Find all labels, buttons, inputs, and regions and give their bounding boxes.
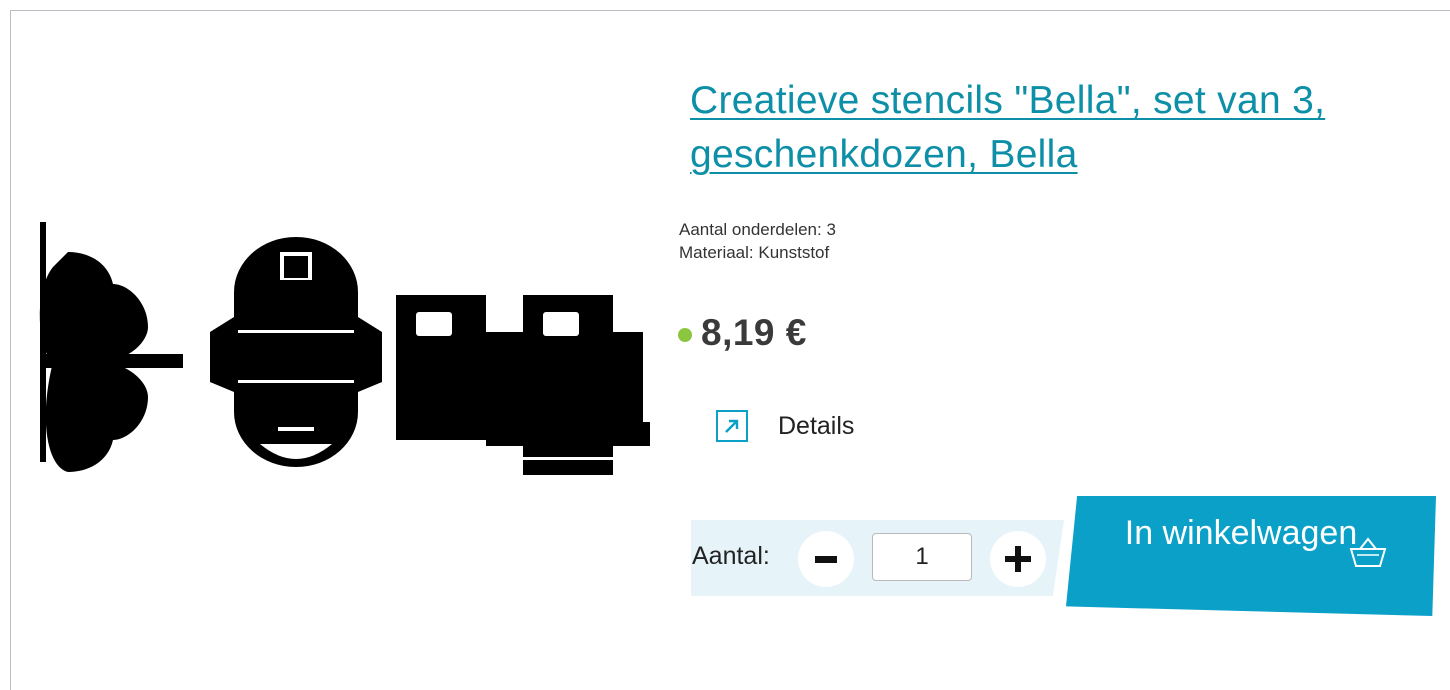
quantity-input[interactable] [872, 533, 972, 581]
price: 8,19 € [701, 312, 807, 353]
external-arrow-icon [716, 410, 748, 442]
quantity-decrease-button[interactable] [798, 531, 854, 587]
spec-material: Materiaal: Kunststof [679, 243, 830, 262]
details-link[interactable]: Details [716, 410, 854, 442]
product-image [39, 222, 650, 475]
quantity-label: Aantal: [692, 542, 770, 570]
stencil-scallop-box [210, 237, 382, 467]
plus-icon [1005, 546, 1031, 572]
basket-icon [1349, 537, 1387, 567]
product-title-link[interactable]: Creatieve stencils "Bella", set van 3, g… [690, 74, 1330, 182]
availability-dot [678, 328, 692, 342]
add-to-cart-label: In winkelwagen [1124, 514, 1358, 552]
price-row: 8,19 € [678, 312, 807, 354]
details-label: Details [778, 411, 855, 440]
stencil-bag-box [396, 295, 650, 475]
quantity-increase-button[interactable] [990, 531, 1046, 587]
minus-icon [815, 556, 837, 563]
spec-parts-count: Aantal onderdelen: 3 [679, 220, 836, 239]
stencil-card-shape [39, 222, 183, 472]
add-to-cart-button[interactable]: In winkelwagen [1066, 496, 1436, 616]
product-specs: Aantal onderdelen: 3 Materiaal: Kunststo… [679, 218, 836, 264]
